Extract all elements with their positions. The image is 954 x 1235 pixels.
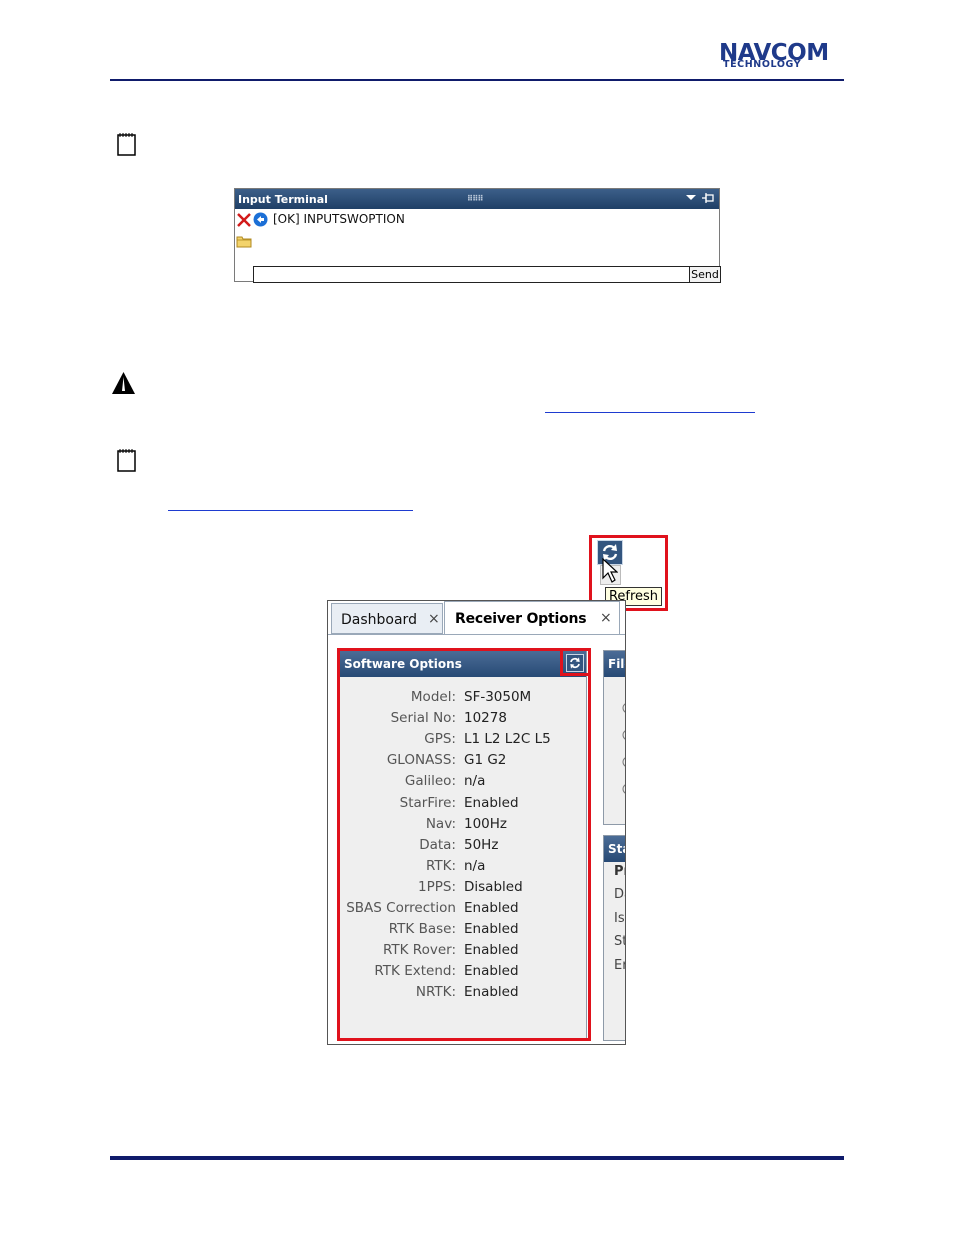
status-panel-title: Sta: [608, 842, 625, 856]
tab-dashboard-label: Dashboard: [341, 612, 417, 628]
status-row: St: [614, 934, 625, 949]
dropdown-pin-icon: [686, 193, 714, 203]
drag-grip-icon[interactable]: ⠿⠿⠿: [467, 194, 484, 203]
header-rule: [110, 79, 844, 81]
hyperlink-underline[interactable]: [168, 510, 413, 511]
status-row: Er: [614, 958, 625, 973]
note-icon: [117, 132, 136, 160]
terminal-log-line: [OK] INPUTSWOPTION: [273, 212, 405, 226]
note-icon: [117, 448, 136, 476]
logo-sub-text: TECHNOLOGY: [723, 59, 802, 70]
close-icon[interactable]: ×: [600, 610, 612, 626]
refresh-button-highlight-box: [560, 648, 591, 676]
status-row: Is: [614, 911, 625, 926]
folder-icon[interactable]: [236, 233, 252, 252]
terminal-title: Input Terminal: [238, 193, 328, 206]
file-panel: File: [603, 650, 626, 827]
terminal-controls[interactable]: [685, 192, 715, 207]
back-icon[interactable]: [253, 212, 268, 231]
footer-rule: [110, 1156, 844, 1160]
file-panel-title: File: [608, 657, 625, 671]
software-options-highlight-box: [337, 648, 591, 1041]
warning-icon: [111, 371, 136, 399]
close-icon[interactable]: ×: [428, 611, 440, 627]
hyperlink-underline[interactable]: [545, 412, 755, 413]
delete-icon[interactable]: [236, 212, 252, 232]
terminal-title-bar[interactable]: Input Terminal ⠿⠿⠿: [235, 189, 719, 209]
input-terminal: Input Terminal ⠿⠿⠿ [OK] INPUTSWOPTION Se…: [234, 188, 721, 283]
tab-dashboard[interactable]: Dashboard ×: [331, 603, 443, 634]
status-row: Da: [614, 887, 625, 902]
tab-divider: [328, 634, 625, 635]
status-row: Pr: [614, 864, 625, 879]
radio-icons[interactable]: [604, 677, 626, 827]
navcom-logo: NAVCOM TECHNOLOGY: [719, 42, 844, 70]
status-panel: Sta Pr Da Is St Er: [603, 835, 625, 1041]
send-button[interactable]: Send: [689, 266, 721, 283]
terminal-command-input[interactable]: [253, 266, 690, 283]
tab-receiver-options-label: Receiver Options: [455, 611, 587, 627]
tab-receiver-options[interactable]: Receiver Options ×: [444, 601, 620, 635]
